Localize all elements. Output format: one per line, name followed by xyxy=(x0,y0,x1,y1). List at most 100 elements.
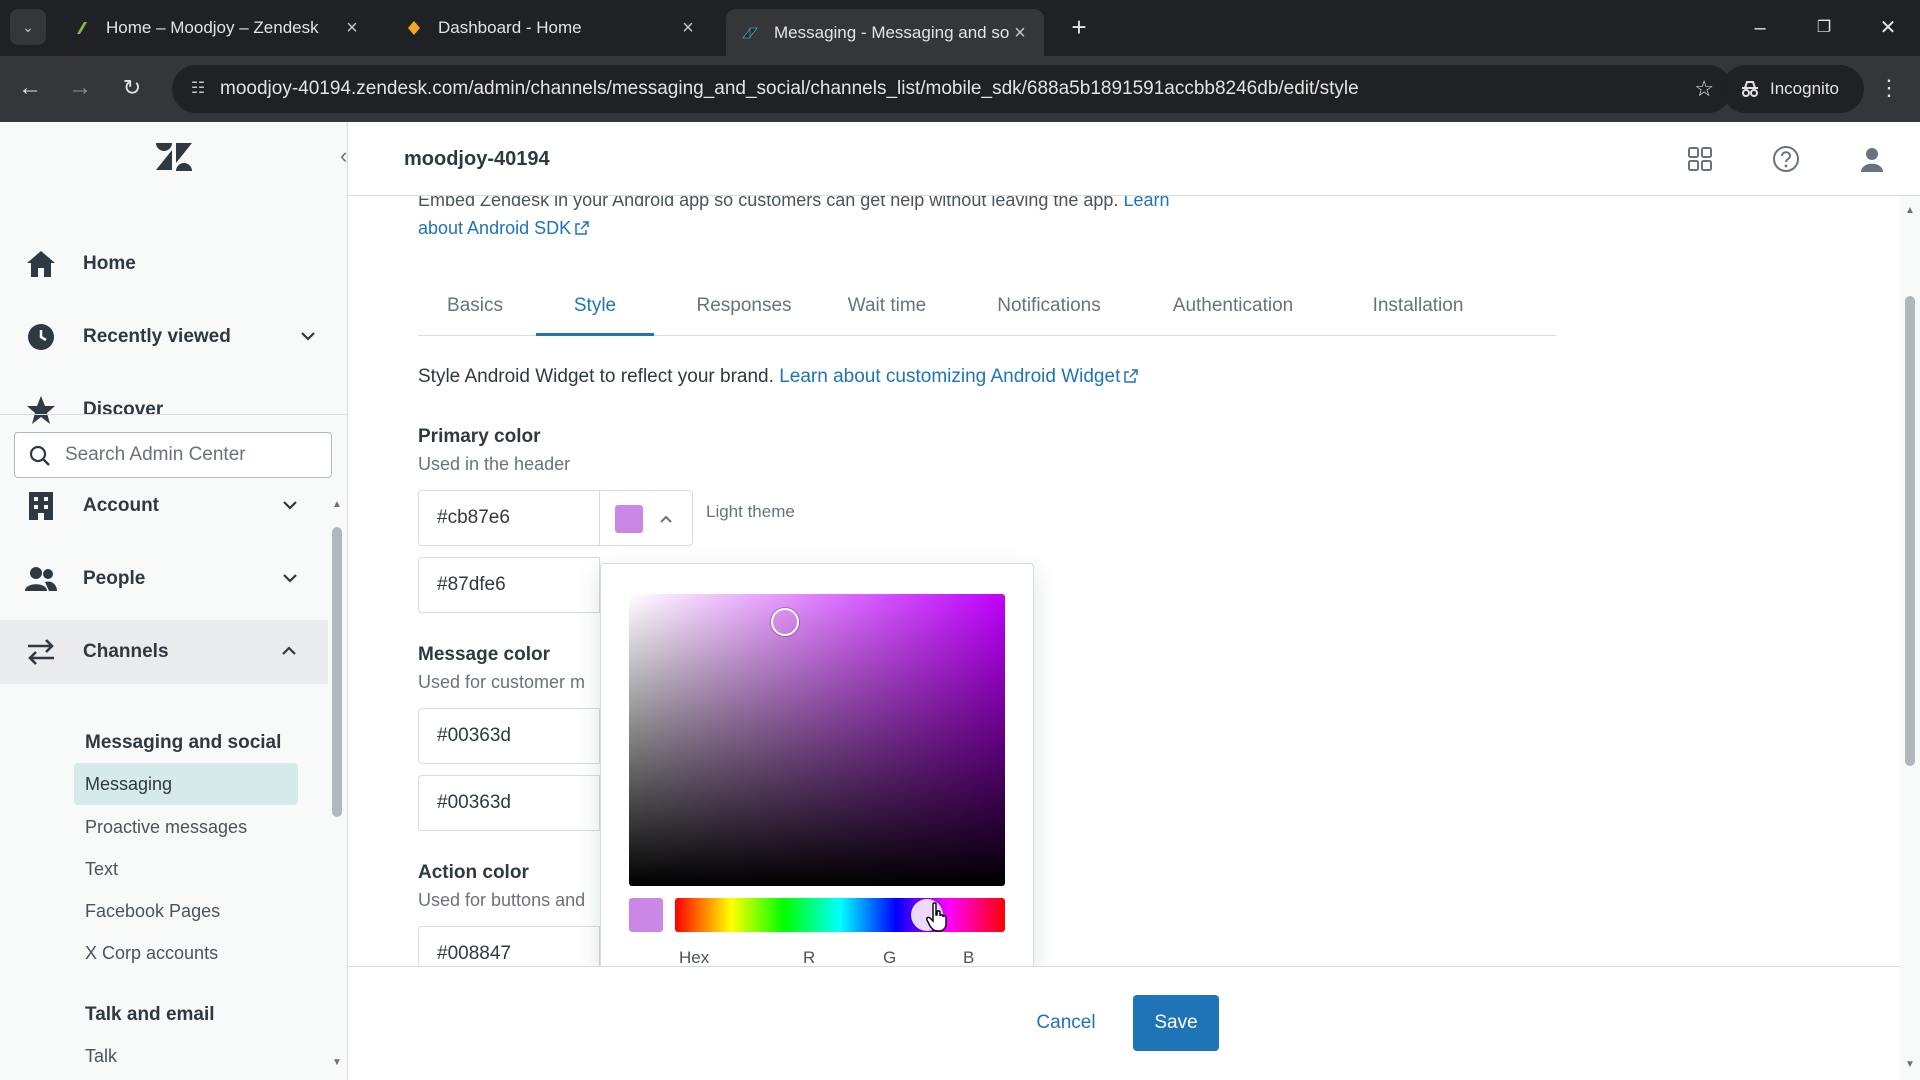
learn-android-sdk-link[interactable]: Learn xyxy=(1123,196,1169,210)
sidebar-item-account[interactable]: Account xyxy=(0,474,347,538)
address-bar[interactable]: ☷ moodjoy-40194.zendesk.com/admin/channe… xyxy=(172,65,1732,113)
tab-wait-time[interactable]: Wait time xyxy=(832,280,942,336)
sidebar-item-home[interactable]: Home xyxy=(0,232,347,296)
new-tab-button[interactable]: + xyxy=(1064,12,1094,42)
sidebar-item-label: Account xyxy=(83,495,159,516)
save-button[interactable]: Save xyxy=(1133,995,1219,1051)
user-profile-icon[interactable] xyxy=(1858,145,1886,173)
hue-slider[interactable] xyxy=(675,898,1005,932)
tab-notifications[interactable]: Notifications xyxy=(974,280,1124,336)
url-text[interactable]: moodjoy-40194.zendesk.com/admin/channels… xyxy=(220,65,1359,113)
sidebar-item-label: People xyxy=(83,568,146,589)
action-color-light-input[interactable]: #008847 xyxy=(418,926,600,966)
main-scrollbar[interactable]: ▲ ▼ xyxy=(1900,196,1920,1080)
zendesk-logo-icon[interactable] xyxy=(154,140,194,174)
tab-basics[interactable]: Basics xyxy=(430,280,520,336)
reload-icon[interactable]: ↻ xyxy=(114,70,150,106)
tab-style[interactable]: Style xyxy=(536,280,654,336)
search-input[interactable] xyxy=(65,433,325,477)
external-link-icon xyxy=(575,221,589,235)
search-icon xyxy=(29,445,50,466)
app-header: moodjoy-40194 xyxy=(348,122,1920,196)
sidebar-item-channels[interactable]: Channels xyxy=(0,620,328,684)
red-channel-label: R xyxy=(803,948,816,967)
account-name: moodjoy-40194 xyxy=(404,148,550,170)
sidebar-item-text[interactable]: Text xyxy=(74,848,298,890)
saturation-handle[interactable] xyxy=(771,608,799,636)
close-tab-icon[interactable]: × xyxy=(678,18,698,38)
sidebar-item-talk[interactable]: Talk xyxy=(74,1035,298,1077)
sidebar-item-people[interactable]: People xyxy=(0,547,347,611)
sidebar-item-facebook-pages[interactable]: Facebook Pages xyxy=(74,890,298,932)
primary-color-swatch xyxy=(615,505,643,533)
back-arrow-icon[interactable]: ← xyxy=(12,70,48,106)
browser-menu-icon[interactable]: ⋮ xyxy=(1874,70,1904,106)
tab-authentication[interactable]: Authentication xyxy=(1148,280,1318,336)
help-icon[interactable] xyxy=(1772,145,1800,173)
sidebar-item-messaging[interactable]: Messaging xyxy=(74,763,298,805)
selected-color-preview xyxy=(629,898,663,932)
action-color-label: Action color xyxy=(418,862,529,883)
bookmark-star-icon[interactable]: ☆ xyxy=(1694,77,1714,101)
people-icon xyxy=(25,563,57,595)
close-window-button[interactable]: ✕ xyxy=(1868,10,1908,46)
tab-responses[interactable]: Responses xyxy=(686,280,802,336)
learn-android-sdk-link-cont[interactable]: about Android SDK xyxy=(418,218,571,238)
message-color-light-input[interactable]: #00363d xyxy=(418,708,600,764)
external-link-icon xyxy=(1124,369,1139,383)
incognito-icon xyxy=(1742,81,1758,97)
primary-color-dark-input[interactable]: #87dfe6 xyxy=(418,557,600,613)
sidebar-item-x-corp-accounts[interactable]: X Corp accounts xyxy=(74,932,298,974)
chevron-up-icon xyxy=(282,646,296,655)
site-info-icon[interactable]: ☷ xyxy=(186,77,210,101)
primary-color-picker-toggle[interactable] xyxy=(599,490,693,546)
sidebar-item-label: Home xyxy=(83,253,136,274)
chevron-down-icon xyxy=(283,501,297,510)
close-tab-icon[interactable]: × xyxy=(1010,23,1030,43)
primary-color-light-input[interactable]: #cb87e6 xyxy=(418,490,600,546)
main-scrollbar-thumb[interactable] xyxy=(1905,296,1915,766)
incognito-indicator[interactable]: Incognito xyxy=(1722,65,1864,113)
message-color-dark-input[interactable]: #00363d xyxy=(418,775,600,831)
minimize-window-button[interactable]: – xyxy=(1740,10,1780,46)
primary-color-label: Primary color xyxy=(418,426,541,447)
scroll-down-arrow-icon[interactable]: ▼ xyxy=(330,1056,344,1070)
admin-search[interactable] xyxy=(14,432,332,478)
sidebar-divider xyxy=(0,414,347,415)
browser-tab-home[interactable]: Home – Moodjoy – Zendesk × xyxy=(58,9,376,47)
forward-arrow-icon[interactable]: → xyxy=(62,70,98,106)
close-tab-icon[interactable]: × xyxy=(342,18,362,38)
hand-pointer-cursor-icon xyxy=(926,902,947,932)
sidebar-item-recently-viewed[interactable]: Recently viewed xyxy=(0,305,347,369)
cancel-button[interactable]: Cancel xyxy=(1006,995,1126,1051)
saturation-brightness-area[interactable] xyxy=(629,594,1005,886)
incognito-label: Incognito xyxy=(1770,79,1839,98)
zendesk-leaf-icon xyxy=(77,22,87,34)
products-grid-icon[interactable] xyxy=(1686,145,1714,173)
scroll-up-arrow-icon[interactable]: ▲ xyxy=(1903,204,1917,218)
browser-tab-messaging[interactable]: Messaging - Messaging and so × xyxy=(726,9,1044,56)
browser-tab-bar: ⌄ Home – Moodjoy – Zendesk × Dashboard -… xyxy=(0,0,1920,56)
tab-title: Dashboard - Home xyxy=(438,18,582,37)
tab-search-button[interactable]: ⌄ xyxy=(10,9,46,45)
sidebar-scrollbar-thumb[interactable] xyxy=(332,527,342,817)
settings-tabs: Basics Style Responses Wait time Notific… xyxy=(418,280,1556,336)
intro-paragraph: Embed Zendesk in your Android app so cus… xyxy=(418,196,1278,242)
action-color-hint: Used for buttons and xyxy=(418,890,586,910)
sidebar-item-proactive-messages[interactable]: Proactive messages xyxy=(74,806,298,848)
home-icon xyxy=(25,248,57,280)
scroll-up-arrow-icon[interactable]: ▲ xyxy=(330,498,344,512)
collapse-sidebar-icon[interactable]: ‹ xyxy=(340,144,360,168)
hex-channel-label: Hex xyxy=(679,948,710,967)
customizing-widget-link[interactable]: Learn about customizing Android Widget xyxy=(779,366,1120,387)
browser-tab-dashboard[interactable]: Dashboard - Home × xyxy=(390,9,712,47)
chevron-down-icon xyxy=(301,332,315,341)
scroll-down-arrow-icon[interactable]: ▼ xyxy=(1903,1058,1917,1072)
zendesk-logo-icon xyxy=(742,27,758,38)
restore-window-button[interactable]: ❐ xyxy=(1804,10,1844,46)
building-icon xyxy=(25,490,57,522)
action-footer: Cancel Save xyxy=(348,966,1900,1080)
star-icon xyxy=(25,394,57,426)
channels-arrows-icon xyxy=(25,636,57,668)
tab-installation[interactable]: Installation xyxy=(1348,280,1488,336)
